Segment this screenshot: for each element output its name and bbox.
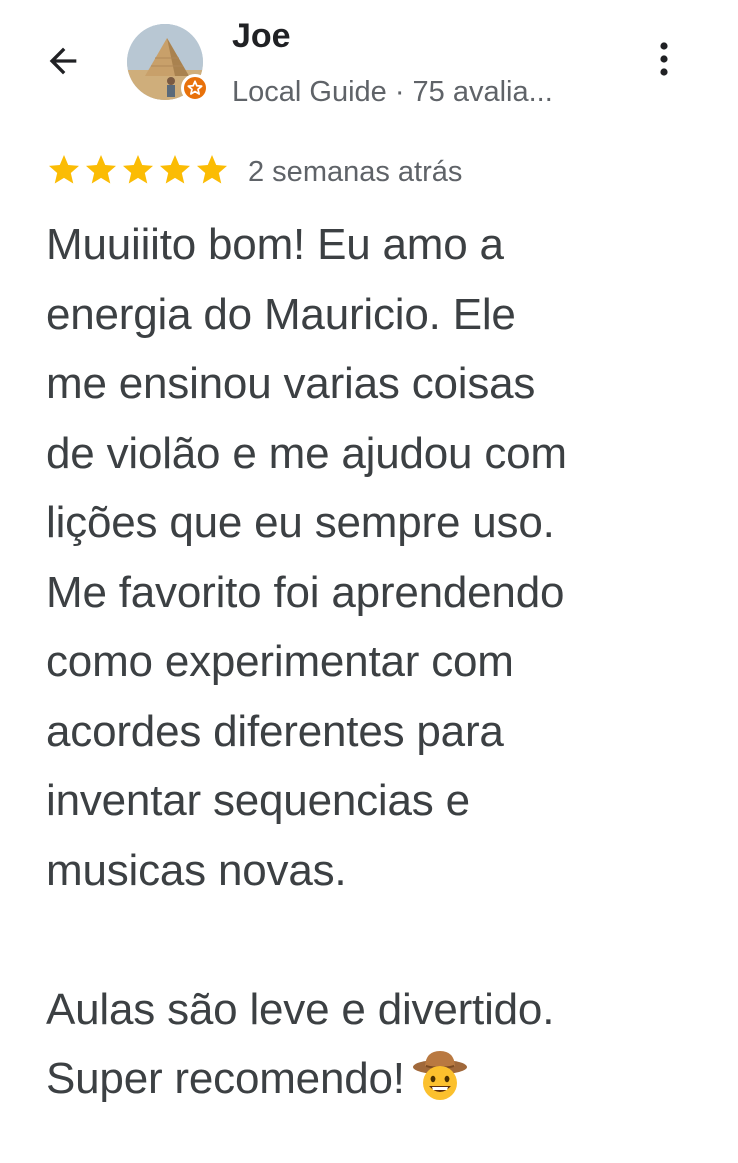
star-icon [83,152,119,193]
star-icon [194,152,230,193]
review-body-text: Muuiiito bom! Eu amo a energia do Mauric… [46,220,567,1103]
review-date: 2 semanas atrás [248,155,463,188]
star-rating [46,152,230,193]
more-options-button[interactable] [644,36,684,86]
more-vert-icon [658,39,670,84]
rating-row: 2 semanas atrás [46,150,462,194]
review-header: Joe Local Guide · 75 avalia... [0,0,738,130]
back-button[interactable] [38,38,88,88]
star-icon [120,152,156,193]
cowboy-hat-face-icon [411,1049,469,1122]
arrow-back-icon [43,41,83,86]
review-text: Muuiiito bom! Eu amo a energia do Mauric… [46,210,718,1122]
author-name[interactable]: Joe [232,14,291,58]
local-guide-badge-icon [181,74,209,102]
star-icon [157,152,193,193]
star-icon [46,152,82,193]
author-meta[interactable]: Local Guide · 75 avalia... [232,72,553,112]
author-avatar-container[interactable] [127,24,209,104]
